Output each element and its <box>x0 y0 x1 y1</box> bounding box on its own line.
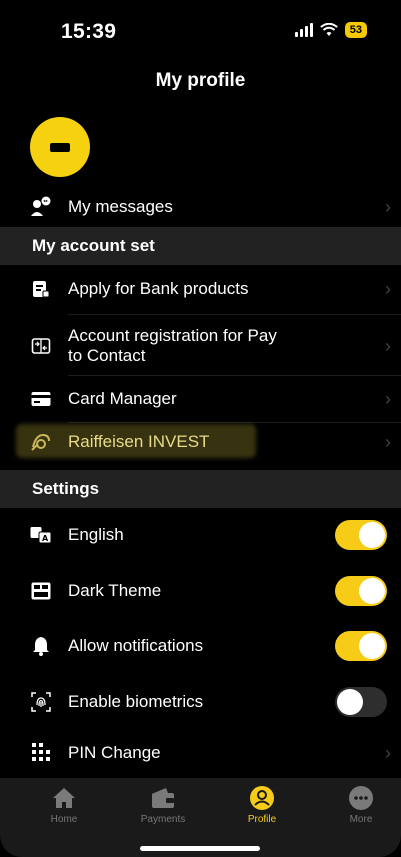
home-indicator[interactable] <box>140 846 260 851</box>
section-title: Settings <box>32 479 100 498</box>
invest-icon <box>30 431 52 453</box>
tab-label: More <box>349 814 373 825</box>
registration-line-1: Account registration for Pay <box>68 326 277 345</box>
setting-notifications: Allow notifications <box>0 631 401 661</box>
chevron-right-icon: › <box>385 196 391 217</box>
svg-text:A: A <box>42 534 49 543</box>
chevron-right-icon: › <box>385 278 391 299</box>
section-settings: Settings <box>0 470 401 508</box>
theme-icon <box>30 580 52 602</box>
setting-dark-theme: Dark Theme <box>0 576 401 606</box>
battery-icon: 53 <box>344 22 367 38</box>
menu-item-raiffeisen-invest[interactable]: Raiffeisen INVEST › <box>0 427 401 457</box>
english-toggle[interactable] <box>335 520 387 550</box>
setting-label: PIN Change <box>68 743 161 762</box>
section-title: My account set <box>32 236 155 255</box>
setting-label: English <box>68 525 124 544</box>
tab-more[interactable]: More <box>326 784 396 825</box>
tab-label: Home <box>50 814 78 825</box>
setting-english: A English <box>0 520 401 550</box>
status-time: 15:39 <box>61 20 117 43</box>
menu-item-label: My messages <box>68 197 173 216</box>
profile-icon <box>250 786 274 810</box>
avatar[interactable] <box>30 117 90 177</box>
messages-icon <box>30 196 52 218</box>
more-icon <box>349 786 373 810</box>
menu-item-label: Apply for Bank products <box>68 279 249 298</box>
status-bar: 15:39 53 <box>0 0 401 62</box>
menu-item-apply-bank-products[interactable]: Apply for Bank products › <box>0 274 401 304</box>
home-icon <box>53 788 75 808</box>
transfer-icon <box>30 335 52 357</box>
biometrics-toggle[interactable] <box>335 687 387 717</box>
menu-item-label: Account registration for Pay to Contact <box>68 326 277 366</box>
menu-item-label: Card Manager <box>68 389 177 408</box>
divider <box>68 314 401 315</box>
notifications-toggle[interactable] <box>335 631 387 661</box>
tab-label: Profile <box>247 814 277 825</box>
setting-pin-change[interactable]: PIN Change › <box>0 738 401 768</box>
tab-label: Payments <box>140 814 186 825</box>
phone-screen: 15:39 53 My profile My messages › My acc… <box>0 0 401 857</box>
setting-label: Enable biometrics <box>68 692 204 711</box>
setting-label: Dark Theme <box>68 581 162 600</box>
status-icons: 53 <box>294 22 367 38</box>
chevron-right-icon: › <box>385 388 391 409</box>
divider <box>68 375 401 376</box>
tab-payments[interactable]: Payments <box>128 784 198 825</box>
menu-item-card-manager[interactable]: Card Manager › <box>0 384 401 414</box>
card-icon <box>30 388 52 410</box>
keypad-icon <box>30 742 52 764</box>
language-icon: A <box>30 524 52 546</box>
tab-home[interactable]: Home <box>29 784 99 825</box>
chevron-right-icon: › <box>385 335 391 356</box>
bell-icon <box>30 635 52 657</box>
chevron-right-icon: › <box>385 742 391 763</box>
wallet-icon <box>152 788 174 808</box>
chevron-right-icon: › <box>385 431 391 452</box>
setting-label: Allow notifications <box>68 636 204 655</box>
wifi-icon <box>319 23 338 36</box>
divider <box>68 422 401 423</box>
setting-biometrics: Enable biometrics <box>0 687 401 717</box>
tab-profile[interactable]: Profile <box>227 784 297 825</box>
menu-item-label: Raiffeisen INVEST <box>68 432 210 451</box>
menu-item-account-registration[interactable]: Account registration for Pay to Contact … <box>0 324 401 368</box>
registration-line-2: to Contact <box>68 346 146 365</box>
section-account-set: My account set <box>0 227 401 265</box>
dark-theme-toggle[interactable] <box>335 576 387 606</box>
menu-item-messages[interactable]: My messages › <box>0 192 401 222</box>
document-icon <box>30 278 52 300</box>
fingerprint-icon <box>30 691 52 713</box>
page-title: My profile <box>155 70 246 91</box>
signal-icon <box>294 23 313 37</box>
